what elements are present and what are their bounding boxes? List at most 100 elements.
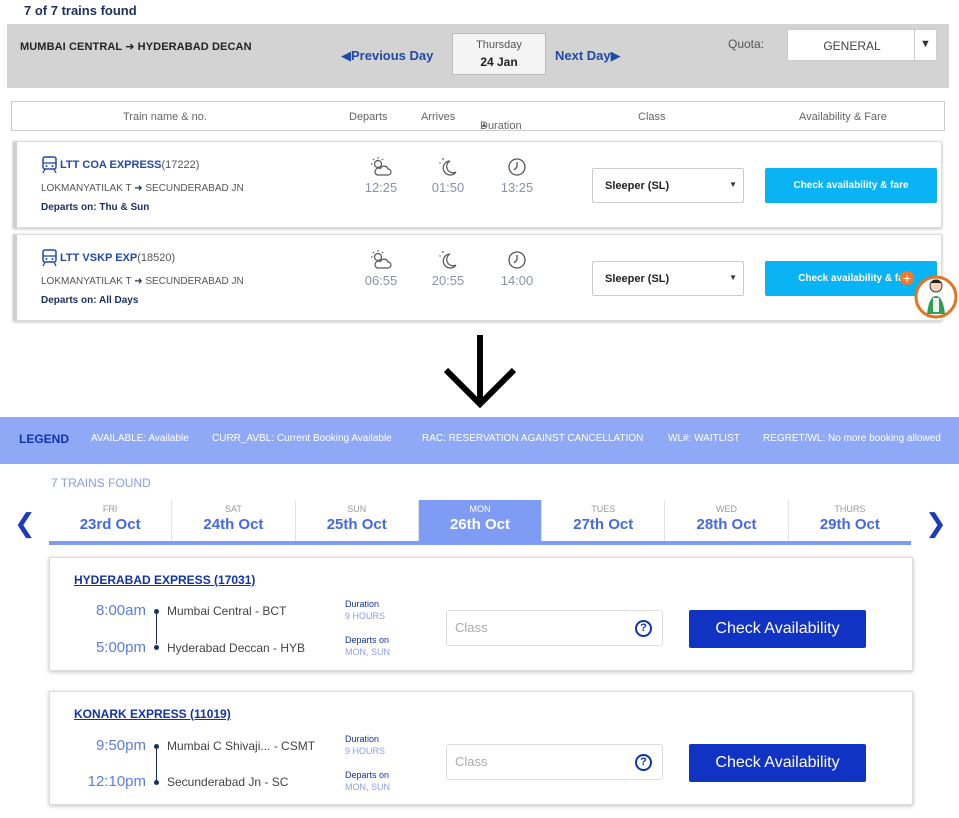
class-input[interactable] <box>455 620 625 635</box>
train-route: LOKMANYATILAK T ➜ SECUNDERABAD JN <box>41 183 244 194</box>
previous-day-label: Previous Day <box>351 48 434 63</box>
date-tab[interactable]: WED 28th Oct <box>665 500 789 541</box>
selected-date-weekday: Thursday <box>476 39 522 51</box>
train-title[interactable]: LTT VSKP EXP (18520) <box>41 249 175 267</box>
arrow-right-icon: ➜ <box>134 276 143 287</box>
new-train-card: HYDERABAD EXPRESS (17031) 8:00am Mumbai … <box>49 557 913 671</box>
train-number: (17222) <box>161 159 200 171</box>
chevron-down-icon: ▼ <box>729 180 737 189</box>
arrival-station: Hyderabad Deccan - HYB <box>167 641 306 655</box>
moon-icon <box>439 251 457 269</box>
date-tab-weekday: SUN <box>347 504 367 514</box>
chat-assistant-avatar-icon[interactable]: + <box>899 268 959 324</box>
col-arrives: Arrives <box>421 111 456 123</box>
chevron-down-icon: ▼ <box>914 30 936 60</box>
date-tab-date: 24th Oct <box>203 516 264 533</box>
date-tab-date: 28th Oct <box>696 516 757 533</box>
departs-on-days: MON, SUN <box>345 647 390 657</box>
legend-bar: LEGEND AVAILABLE: Available CURR_AVBL: C… <box>0 417 959 464</box>
sun-cloud-icon <box>371 157 392 176</box>
quota-value: GENERAL <box>823 39 881 53</box>
caret-right-icon: ▶ <box>610 48 621 63</box>
date-tab[interactable]: TUES 27th Oct <box>542 500 666 541</box>
old-column-header: Train name & no. Departs Arrives Duratio… <box>11 101 945 132</box>
date-tab[interactable]: THURS 29th Oct <box>789 500 911 541</box>
from-station: LOKMANYATILAK T <box>41 276 132 287</box>
route-title: MUMBAI CENTRAL ➜ HYDERABAD DECAN <box>20 40 252 53</box>
departure-time: 9:50pm <box>95 737 146 754</box>
date-tab-date: 25th Oct <box>326 516 387 533</box>
previous-day-button[interactable]: ◀Previous Day <box>341 48 433 64</box>
clock-icon <box>508 251 526 269</box>
new-results-count: 7 TRAINS FOUND <box>51 476 151 490</box>
from-station: LOKMANYATILAK T <box>41 183 132 194</box>
date-tab-weekday: THURS <box>834 504 866 514</box>
check-availability-fare-button[interactable]: Check availability & fare <box>765 168 937 203</box>
date-strip: FRI 23rd Oct SAT 24th Oct SUN 25th Oct MON 2… <box>49 500 911 545</box>
depart-col: 12:25 <box>359 156 403 195</box>
old-train-card: LTT VSKP EXP (18520) LOKMANYATILAK T ➜ SE… <box>13 234 942 321</box>
moon-icon <box>439 158 457 176</box>
departs-on-label: Departs on <box>345 635 390 645</box>
date-tab-weekday: MON <box>469 504 491 514</box>
class-selector[interactable]: ? <box>446 610 663 646</box>
class-select[interactable]: Sleeper (SL) ▼ <box>592 168 744 203</box>
date-tab-active[interactable]: MON 26th Oct <box>418 500 543 541</box>
chevron-right-icon[interactable]: ❯ <box>925 508 947 539</box>
class-value: Sleeper (SL) <box>605 180 670 192</box>
legend-title: LEGEND <box>19 432 70 446</box>
legend-item: RAC: RESERVATION AGAINST CANCELLATION <box>422 433 644 444</box>
duration-value: 9 HOURS <box>345 611 386 621</box>
quota-select[interactable]: GENERAL ▼ <box>787 29 937 61</box>
selected-date[interactable]: Thursday 24 Jan <box>452 33 546 75</box>
duration-label: Duration <box>345 599 380 609</box>
to-station: SECUNDERABAD JN <box>145 276 244 287</box>
date-tab[interactable]: SAT 24th Oct <box>172 500 296 541</box>
duration-value: 13:25 <box>500 180 534 195</box>
col-departs: Departs <box>349 111 388 123</box>
next-day-button[interactable]: Next Day▶ <box>555 48 621 64</box>
class-selector[interactable]: ? <box>446 744 663 780</box>
caret-left-icon: ◀ <box>341 48 351 63</box>
next-day-label: Next Day <box>555 48 611 63</box>
sort-up-icon: ▲ <box>480 120 488 129</box>
arrow-right-icon: ➜ <box>134 183 143 194</box>
arrive-time: 20:55 <box>431 273 465 288</box>
legend-item: REGRET/WL: No more booking allowed <box>763 433 941 444</box>
svg-text:+: + <box>902 272 911 285</box>
help-icon[interactable]: ? <box>635 754 652 771</box>
date-tab[interactable]: FRI 23rd Oct <box>49 500 173 541</box>
sun-cloud-icon <box>371 250 392 269</box>
departs-on: Departs on: All Days <box>41 295 139 306</box>
col-train: Train name & no. <box>123 111 207 123</box>
train-icon <box>42 249 57 267</box>
old-design-panel: 7 of 7 trains found MUMBAI CENTRAL ➜ HYD… <box>0 0 959 325</box>
date-tab-weekday: FRI <box>102 504 118 514</box>
selected-date-day: 24 Jan <box>480 55 518 69</box>
class-input[interactable] <box>455 754 625 769</box>
timeline-line <box>156 747 157 780</box>
timeline-dot <box>154 645 159 650</box>
date-tab-date: 27th Oct <box>573 516 634 533</box>
new-train-card: KONARK EXPRESS (11019) 9:50pm Mumbai C S… <box>49 691 913 805</box>
route-from: MUMBAI CENTRAL <box>20 41 123 53</box>
duration-col: 14:00 <box>495 249 539 288</box>
arrive-col: 20:55 <box>426 249 470 288</box>
chevron-left-icon[interactable]: ❮ <box>14 508 36 539</box>
train-route: LOKMANYATILAK T ➜ SECUNDERABAD JN <box>41 276 244 287</box>
date-tab-weekday: TUES <box>591 504 616 514</box>
quota-label: Quota: <box>728 37 765 51</box>
train-name-link[interactable]: KONARK EXPRESS (11019) <box>74 707 231 721</box>
arrive-col: 01:50 <box>426 156 470 195</box>
arrive-time: 01:50 <box>431 180 465 195</box>
arrival-station: Secunderabad Jn - SC <box>167 775 289 789</box>
class-select[interactable]: Sleeper (SL) ▼ <box>592 261 744 296</box>
train-name-link[interactable]: HYDERABAD EXPRESS (17031) <box>74 573 255 587</box>
legend-item: CURR_AVBL: Current Booking Available <box>212 433 392 444</box>
check-availability-button[interactable]: Check Availability <box>689 744 866 782</box>
check-availability-button[interactable]: Check Availability <box>689 610 866 648</box>
train-name: LTT COA EXPRESS <box>60 159 162 171</box>
help-icon[interactable]: ? <box>635 620 652 637</box>
train-title[interactable]: LTT COA EXPRESS (17222) <box>41 156 199 174</box>
date-tab[interactable]: SUN 25th Oct <box>296 500 419 541</box>
